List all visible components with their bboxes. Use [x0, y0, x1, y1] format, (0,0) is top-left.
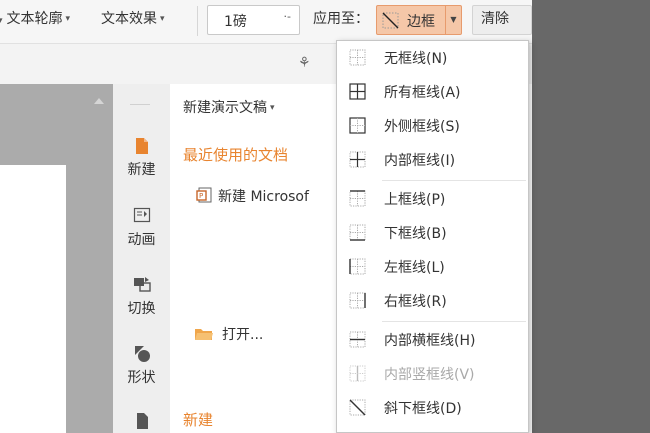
top-border-icon: [349, 190, 366, 207]
pane-title-dropdown[interactable]: 新建演示文稿 ▾: [183, 97, 275, 117]
line-weight-dropdown-icon[interactable]: ·-: [284, 10, 291, 23]
ppt-file-icon: P: [196, 187, 212, 203]
menu-separator: [382, 321, 526, 322]
document-icon: [136, 413, 148, 429]
text-effect-label: 文本效果: [101, 11, 157, 27]
menu-item-label: 外侧框线(S): [384, 119, 460, 135]
menu-item-no-border[interactable]: 无框线(N): [337, 43, 528, 73]
scroll-up-arrow-icon[interactable]: [94, 98, 104, 104]
border-button[interactable]: 边框 ▼: [376, 5, 462, 35]
border-dropdown-menu: 无框线(N) 所有框线(A) 外侧框线(S) 内部框线(I) 上框线(P) 下框…: [336, 40, 529, 433]
right-border-icon: [349, 292, 366, 309]
animation-icon: [133, 207, 150, 223]
menu-item-all-borders[interactable]: 所有框线(A): [337, 77, 528, 107]
text-effect-dropdown[interactable]: 文本效果 ▾: [101, 8, 165, 28]
text-outline-dropdown[interactable]: ▾ 文本轮廓 ▾: [0, 8, 70, 28]
transition-icon: [133, 277, 151, 292]
menu-item-bottom-border[interactable]: 下框线(B): [337, 218, 528, 248]
task-icon-more[interactable]: [113, 412, 170, 430]
clear-button[interactable]: 清除: [472, 5, 532, 35]
new-doc-icon: [135, 138, 148, 154]
task-icon-shape-label: 形状: [127, 370, 156, 386]
recent-docs-heading: 最近使用的文档: [183, 146, 289, 164]
task-icon-new[interactable]: 新建: [113, 137, 170, 179]
recent-doc-name: 新建 Microsof: [218, 189, 309, 205]
menu-item-inside-horizontal-border[interactable]: 内部横框线(H): [337, 325, 528, 355]
menu-item-label: 所有框线(A): [384, 85, 461, 101]
menu-item-label: 内部竖框线(V): [384, 367, 475, 383]
new-section-heading: 新建: [183, 411, 214, 429]
line-weight-select[interactable]: 1磅 ·-: [207, 5, 300, 35]
apply-to-label: 应用至：: [313, 11, 369, 27]
menu-item-right-border[interactable]: 右框线(R): [337, 286, 528, 316]
menu-item-label: 右框线(R): [384, 294, 447, 310]
svg-text:P: P: [199, 192, 203, 200]
slide-page[interactable]: [0, 165, 66, 433]
all-borders-icon: [349, 83, 366, 100]
border-button-label: 边框: [407, 14, 435, 30]
menu-item-label: 无框线(N): [384, 51, 448, 67]
menu-item-inside-borders[interactable]: 内部框线(I): [337, 145, 528, 175]
folder-icon: [195, 329, 213, 340]
pane-drag-handle[interactable]: [130, 104, 150, 105]
task-icon-new-label: 新建: [127, 162, 156, 178]
background-window: [532, 0, 650, 433]
inside-vertical-border-icon: [349, 365, 366, 382]
open-file-label: 打开...: [222, 327, 264, 343]
line-weight-value: 1磅: [224, 14, 247, 30]
ribbon-toolbar: ▾ 文本轮廓 ▾ 文本效果 ▾ 1磅 ·- 应用至： 边框 ▼ 清除: [0, 0, 532, 44]
shape-icon: [134, 346, 150, 362]
bottom-border-icon: [349, 224, 366, 241]
menu-separator: [382, 180, 526, 181]
menu-item-label: 斜下框线(D): [384, 401, 462, 417]
pane-title: 新建演示文稿: [183, 100, 267, 116]
left-border-icon: [349, 258, 366, 275]
no-border-icon: [349, 49, 366, 66]
text-outline-label: 文本轮廓: [6, 11, 63, 27]
pin-icon[interactable]: ⚘: [298, 55, 311, 71]
menu-item-label: 左框线(L): [384, 260, 445, 276]
recent-doc-item[interactable]: P 新建 Microsof: [196, 186, 309, 206]
toolbar-divider: [197, 6, 198, 36]
menu-item-outside-borders[interactable]: 外侧框线(S): [337, 111, 528, 141]
menu-item-left-border[interactable]: 左框线(L): [337, 252, 528, 282]
diagonal-border-icon: [382, 12, 399, 29]
menu-item-label: 内部框线(I): [384, 153, 456, 169]
outside-borders-icon: [349, 117, 366, 134]
inside-horizontal-border-icon: [349, 331, 366, 348]
task-icon-animation-label: 动画: [127, 232, 156, 248]
menu-item-diagonal-down-border[interactable]: 斜下框线(D): [337, 393, 528, 423]
border-dropdown-arrow-icon[interactable]: ▼: [445, 6, 461, 34]
task-icon-transition[interactable]: 切换: [113, 276, 170, 318]
task-icon-animation[interactable]: 动画: [113, 207, 170, 249]
menu-item-top-border[interactable]: 上框线(P): [337, 184, 528, 214]
task-icon-transition-label: 切换: [127, 301, 156, 317]
menu-item-inside-vertical-border: 内部竖框线(V): [337, 359, 528, 389]
task-icon-shape[interactable]: 形状: [113, 345, 170, 387]
menu-item-label: 上框线(P): [384, 192, 446, 208]
menu-item-label: 下框线(B): [384, 226, 447, 242]
menu-item-label: 内部横框线(H): [384, 333, 476, 349]
inside-borders-icon: [349, 151, 366, 168]
diagonal-down-border-icon: [349, 399, 366, 416]
open-file-link[interactable]: 打开...: [194, 324, 263, 344]
